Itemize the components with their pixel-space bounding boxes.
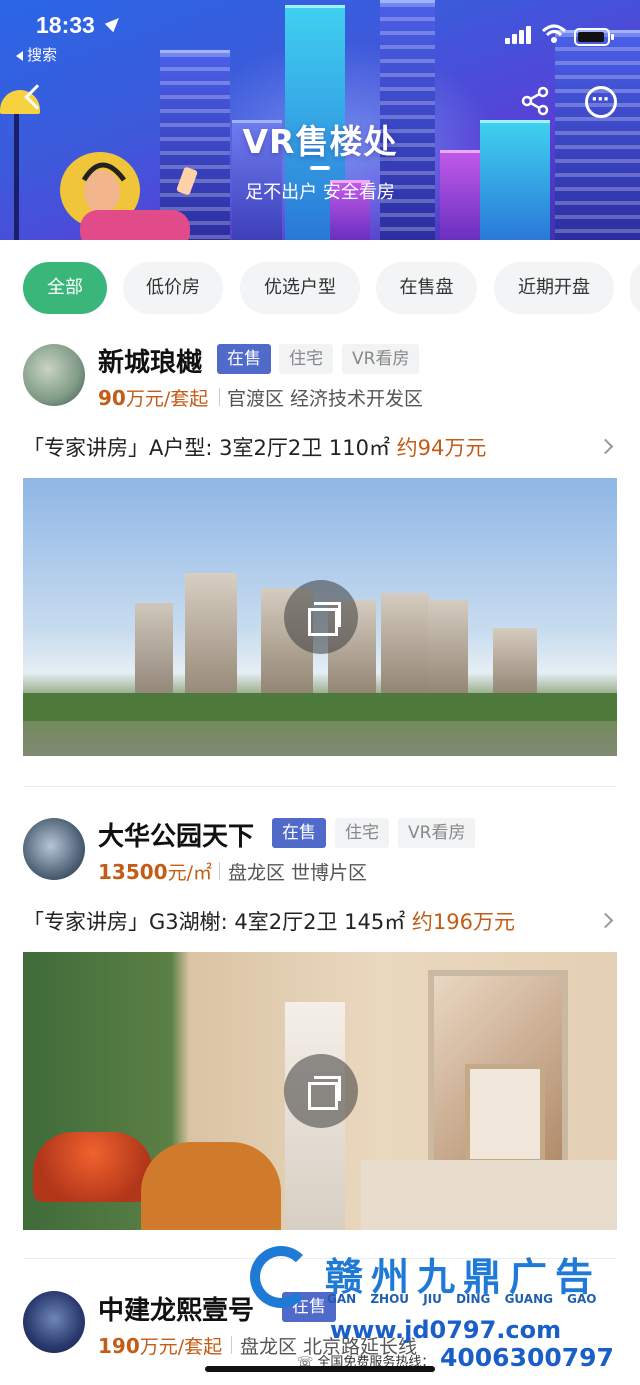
expert-intro-row[interactable]: 「专家讲房」A户型: 3室2厅2卫 110㎡ 约94万元: [23, 432, 486, 462]
page-title: VR售楼处: [242, 122, 398, 161]
project-avatar: [23, 1291, 85, 1353]
page-subtitle: 足不出户 安全看房: [245, 182, 395, 203]
price-separator: [219, 862, 220, 880]
expert-total-price: 约94万元: [396, 436, 487, 460]
project-photo[interactable]: [23, 952, 617, 1230]
project-name: 中建龙熙壹号: [98, 1296, 255, 1326]
title-underline: [310, 166, 330, 170]
project-name: 新城琅樾: [98, 348, 203, 378]
listing-divider: [23, 786, 617, 787]
chevron-right-icon: [597, 912, 614, 929]
price-separator: [231, 1336, 232, 1354]
more-options-icon[interactable]: [585, 86, 617, 118]
status-badge: 在售: [272, 818, 326, 848]
armchair-image: [141, 1142, 281, 1230]
district-label: 官渡区 经济技术开发区: [227, 388, 424, 410]
location-arrow-icon: [104, 13, 124, 33]
project-avatar: [23, 344, 85, 406]
trees-strip: [23, 693, 617, 721]
price-separator: [219, 388, 220, 406]
tower-image: [428, 600, 468, 698]
sideboard-image: [361, 1160, 617, 1230]
price: 13500元/㎡: [98, 860, 212, 884]
price: 90万元/套起: [98, 386, 209, 410]
project-photo[interactable]: [23, 478, 617, 756]
ad-phone: 4006300797: [440, 1343, 614, 1372]
filter-chip-best-layout[interactable]: 优选户型: [240, 262, 360, 314]
filter-bar: 全部 低价房 优选户型 在售盘 近期开盘: [0, 240, 640, 336]
filter-chip-low-price[interactable]: 低价房: [123, 262, 223, 314]
filter-chip-more[interactable]: [630, 262, 640, 314]
tower-image: [493, 628, 537, 698]
wall-art-image: [465, 1064, 545, 1164]
type-badge: 住宅: [335, 818, 389, 848]
status-bar: 18:33 搜索: [0, 0, 640, 70]
header-banner: 18:33 搜索 VR售楼处 足不出户 安全看房: [0, 0, 640, 240]
ad-url: www.jd0797.com: [330, 1316, 562, 1344]
expert-intro-row[interactable]: 「专家讲房」G3湖榭: 4室2厅2卫 145㎡ 约196万元: [23, 906, 515, 936]
flower-vase-image: [33, 1132, 153, 1202]
filter-chip-opening-soon[interactable]: 近期开盘: [494, 262, 614, 314]
type-badge: 住宅: [279, 344, 333, 374]
tower-image: [185, 573, 237, 701]
vr-badge: VR看房: [342, 344, 420, 374]
filter-chip-on-sale[interactable]: 在售盘: [376, 262, 477, 314]
listing-card[interactable]: 新城琅樾 在售 住宅 VR看房 90万元/套起 官渡区 经济技术开发区 「专家讲…: [0, 336, 640, 786]
chevron-right-icon: [597, 438, 614, 455]
tower-image: [381, 593, 429, 697]
project-name: 大华公园天下: [98, 822, 255, 852]
status-time: 18:33: [36, 12, 95, 38]
vr-view-icon[interactable]: [284, 1054, 358, 1128]
status-badge: 在售: [217, 344, 271, 374]
back-triangle-icon: [16, 50, 23, 61]
filter-chip-all[interactable]: 全部: [23, 262, 107, 314]
district-label: 盘龙区 世博片区: [228, 862, 368, 884]
back-to-app-button[interactable]: 搜索: [16, 44, 57, 65]
price: 190万元/套起: [98, 1334, 223, 1358]
wifi-icon: [541, 24, 567, 43]
back-to-app-label: 搜索: [27, 46, 58, 64]
ad-logo-icon: [250, 1246, 312, 1308]
battery-icon: [574, 28, 614, 46]
ad-pinyin: GAN ZHOU JIU DING GUANG GAO: [327, 1292, 597, 1306]
expert-total-price: 约196万元: [411, 910, 516, 934]
tower-image: [135, 603, 173, 703]
watermark-ad: 赣州九鼎广告 GAN ZHOU JIU DING GUANG GAO www.j…: [245, 1240, 640, 1385]
cellular-signal-icon: [505, 24, 535, 44]
vr-view-icon[interactable]: [284, 580, 358, 654]
home-indicator: [205, 1366, 435, 1372]
project-avatar: [23, 818, 85, 880]
vr-badge: VR看房: [398, 818, 476, 848]
share-icon[interactable]: [520, 86, 550, 116]
listing-card[interactable]: 大华公园天下 在售 住宅 VR看房 13500元/㎡ 盘龙区 世博片区 「专家讲…: [0, 810, 640, 1240]
